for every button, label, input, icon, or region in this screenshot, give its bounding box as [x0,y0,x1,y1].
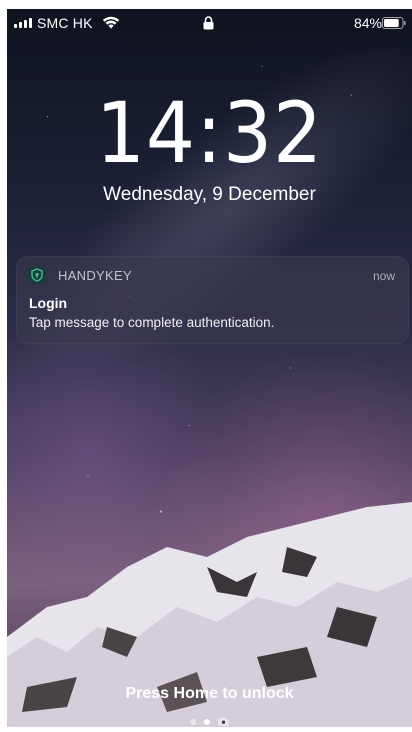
shield-icon [31,268,43,282]
camera-icon[interactable] [218,717,229,726]
app-icon [28,266,46,284]
lock-screen-time: 14:32 [95,84,324,182]
notification-title: Login [29,295,68,311]
notification-app-name: HANDYKEY [58,268,132,283]
battery-icon [382,17,406,29]
page-dot-active [204,718,210,725]
wifi-icon [102,16,120,29]
notification-banner[interactable]: HANDYKEY now Login Tap message to comple… [16,256,409,344]
battery-percentage: 84% [353,15,382,31]
page-dot [190,718,196,725]
signal-icon [14,18,32,28]
unlock-hint: Press Home to unlock [125,685,294,702]
lock-icon [203,16,214,30]
wallpaper-milky-way [7,9,412,433]
page-indicator [7,717,412,726]
lock-screen-date: Wednesday, 9 December [103,184,316,205]
notification-time: now [372,269,395,283]
notification-body: Tap message to complete authentication. [29,315,275,330]
lock-screen: SMC HK 84% 14:32 Wednesday, 9 December H… [7,9,412,727]
status-bar: SMC HK 84% [7,9,412,37]
carrier-name: SMC HK [37,15,93,31]
